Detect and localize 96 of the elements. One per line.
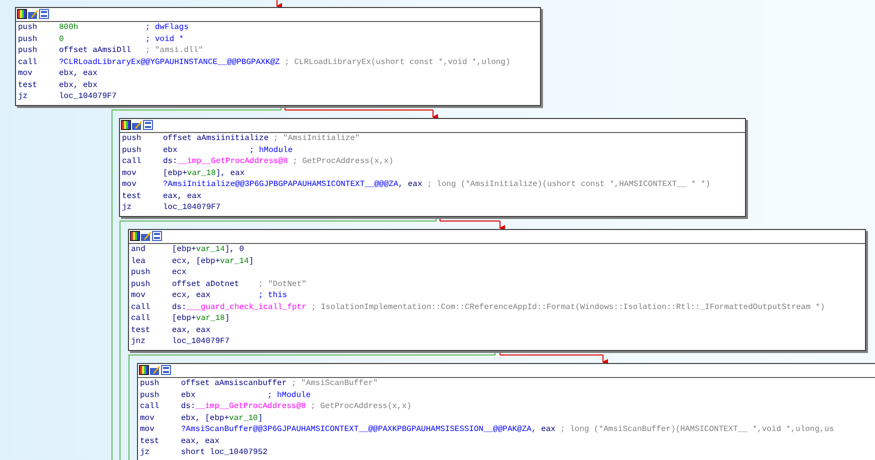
- mnemonic: push: [122, 144, 142, 156]
- operand: loc_104079F7: [163, 202, 221, 214]
- operand: 0: [59, 34, 65, 45]
- operand: ebx, eax: [59, 68, 98, 80]
- comment: ; long (*AmsiScanBuffer)(HAMSICONTEXT__ *,void *,ulong,us: [560, 424, 834, 436]
- mnemonic: call: [140, 401, 160, 412]
- mnemonic: push: [140, 378, 160, 390]
- comment: ; IsolationImplementation::Com::CReferenceAppId::Format(Windows::Isolation::Rtl::_IFormattedOutputStream *): [311, 302, 825, 313]
- graph-icon[interactable]: [143, 120, 153, 130]
- operand: ?CLRLoadLibraryEx@@YGPAUHINSTANCE__@@PBGPAXK@Z: [59, 56, 280, 68]
- mnemonic: call: [122, 156, 142, 168]
- mnemonic: push: [18, 34, 38, 45]
- operand: ebx: [163, 144, 178, 156]
- operand: [ebp+var_18]: [172, 313, 230, 324]
- operand: offset aAmsiDll: [59, 45, 132, 56]
- graph-icon[interactable]: [39, 9, 49, 19]
- mnemonic: push: [18, 45, 38, 56]
- mnemonic: call: [131, 313, 152, 324]
- edit-icon[interactable]: [132, 120, 142, 130]
- palette-icon[interactable]: [130, 231, 140, 241]
- graph-icon[interactable]: [161, 365, 171, 375]
- comment: ; "AmsiScanBuffer": [291, 378, 378, 390]
- edge-arrow: [602, 354, 608, 365]
- operand: eax, eax: [172, 324, 210, 336]
- mnemonic: mov: [131, 290, 146, 302]
- operand: ebx: [181, 390, 196, 401]
- operand: short loc_10407952: [181, 447, 268, 458]
- mnemonic: test: [122, 190, 142, 202]
- edit-icon[interactable]: [28, 9, 38, 19]
- operand: offset aDotnet: [172, 278, 240, 290]
- operand: [ebp+var_14], 0: [172, 244, 244, 256]
- operand: ebx, [ebp+var_10]: [181, 412, 263, 424]
- operand: ecx, [ebp+var_14]: [172, 256, 254, 267]
- mnemonic: test: [140, 436, 160, 447]
- code-block[interactable]: [137, 363, 875, 460]
- operand: ecx, eax: [172, 290, 212, 302]
- edge-arrow: [499, 220, 505, 231]
- code-block[interactable]: [128, 229, 866, 350]
- mnemonic: push: [131, 278, 152, 290]
- comment: ; GetProcAddress(x,x): [292, 156, 394, 168]
- operand: eax, eax: [181, 436, 220, 447]
- mnemonic: jz: [122, 202, 133, 214]
- palette-icon[interactable]: [121, 120, 131, 130]
- mnemonic: push: [122, 133, 142, 144]
- mnemonic: push: [18, 22, 38, 34]
- operand: ds:__imp__GetProcAddress@8: [163, 156, 288, 168]
- mnemonic: push: [131, 267, 152, 278]
- operand: loc_104079F7: [172, 336, 230, 348]
- operand: ds:__imp__GetProcAddress@8: [181, 401, 306, 412]
- mnemonic: mov: [140, 424, 156, 436]
- mnemonic: mov: [122, 168, 138, 179]
- code-block[interactable]: [119, 118, 746, 216]
- operand: ebx, ebx: [59, 80, 98, 91]
- mnemonic: mov: [18, 68, 34, 80]
- mnemonic: mov: [140, 412, 156, 424]
- operand: ?AmsiInitialize@@3P6GJPBGPAPAUHAMSICONTEXT__@@@ZA, eax: [163, 179, 422, 190]
- operand: ?AmsiScanBuffer@@3P6GJPAUHAMSICONTEXT__@@PAXKPBGPAUHAMSISESSION__@@PAK@ZA, eax: [181, 424, 556, 436]
- comment: ; "amsi.dll": [145, 45, 204, 56]
- graph-icon[interactable]: [152, 231, 162, 241]
- edge-arrow: [276, 0, 282, 9]
- operand: 800h: [59, 22, 80, 34]
- comment: ; "DotNet": [258, 278, 306, 290]
- operand: loc_104079F7: [59, 91, 117, 102]
- mnemonic: test: [18, 80, 38, 91]
- comment: ; hModule: [267, 390, 311, 401]
- mnemonic: jz: [18, 91, 29, 102]
- edge-arrow: [432, 110, 438, 120]
- operand: offset aAmsiscanbuffer: [181, 378, 287, 390]
- operand: ecx: [172, 267, 186, 278]
- comment: ; dwFlags: [145, 22, 189, 34]
- operand: ds:___guard_check_icall_fptr: [172, 302, 306, 313]
- comment: ; "AmsiInitialize": [273, 133, 360, 144]
- operand: eax, eax: [163, 190, 202, 202]
- edge-line: [440, 220, 500, 222]
- mnemonic: call: [131, 302, 152, 313]
- operand: [ebp+var_18], eax: [163, 168, 245, 179]
- comment: ; hModule: [249, 144, 293, 156]
- comment: ; long (*AmsiInitialize)(ushort const *,HAMSICONTEXT__ * *): [427, 179, 710, 190]
- mnemonic: test: [131, 324, 152, 336]
- operand: offset aAmsiinitialize: [163, 133, 269, 144]
- mnemonic: call: [18, 56, 38, 68]
- mnemonic: and: [131, 244, 146, 256]
- palette-icon[interactable]: [139, 365, 149, 375]
- mnemonic: push: [140, 390, 160, 401]
- comment: ; GetProcAddress(x,x): [310, 401, 412, 412]
- mnemonic: mov: [122, 179, 138, 190]
- edit-icon[interactable]: [150, 365, 160, 375]
- palette-icon[interactable]: [17, 9, 27, 19]
- edit-icon[interactable]: [141, 231, 151, 241]
- comment: ; CLRLoadLibraryEx(ushort const *,void *,ulong): [284, 56, 510, 68]
- code-block[interactable]: [15, 7, 541, 106]
- mnemonic: lea: [131, 256, 146, 267]
- comment: ; void *: [145, 34, 184, 45]
- mnemonic: jnz: [131, 336, 146, 348]
- mnemonic: jz: [140, 447, 151, 458]
- comment: ; this: [258, 290, 288, 302]
